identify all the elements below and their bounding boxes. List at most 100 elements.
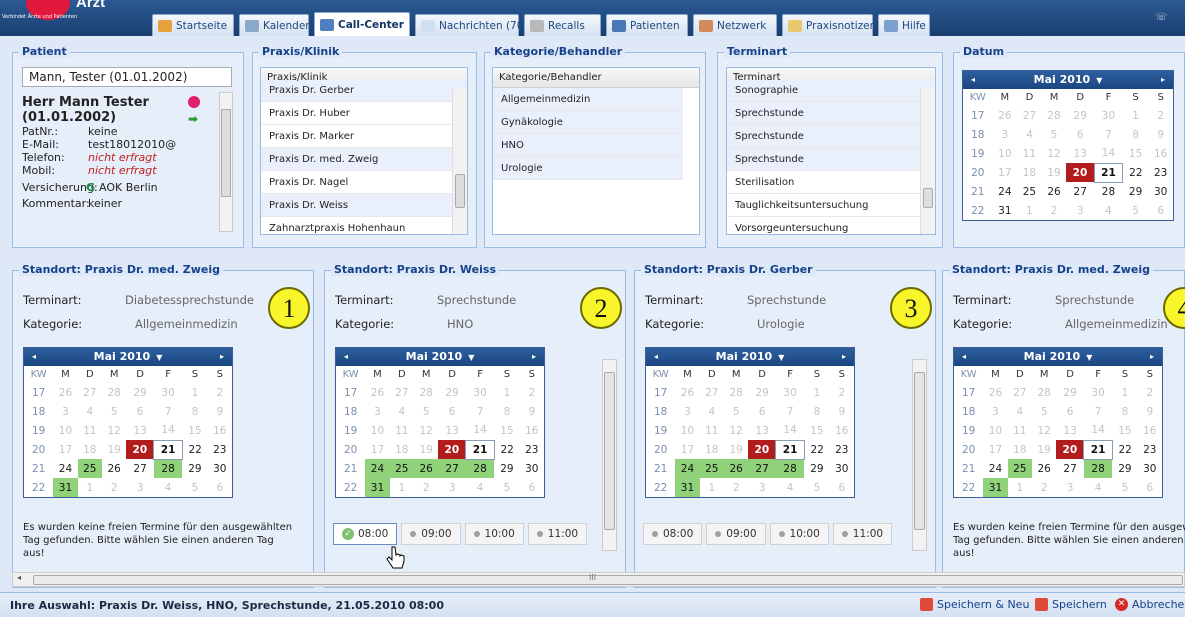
calendar-day[interactable]: 20 <box>1066 163 1095 182</box>
time-slot-button[interactable]: 11:00 <box>527 523 588 545</box>
calendar-day[interactable]: 12 <box>724 421 748 440</box>
calendar-day[interactable]: 29 <box>748 383 776 402</box>
calendar-day[interactable]: 9 <box>1148 125 1173 144</box>
calendar-day[interactable]: 10 <box>365 421 389 440</box>
phone-icon[interactable]: ☏ <box>1155 12 1168 23</box>
calendar-day[interactable]: 1 <box>78 478 102 497</box>
calendar-day[interactable]: 14 <box>466 421 494 440</box>
calendar-day[interactable]: 29 <box>438 383 466 402</box>
calendar-day[interactable]: 30 <box>520 459 544 478</box>
calendar-day[interactable]: 13 <box>126 421 154 440</box>
calendar-day[interactable]: 19 <box>724 440 748 459</box>
calendar-day[interactable]: 26 <box>1042 182 1067 201</box>
calendar-day[interactable]: 5 <box>102 402 126 421</box>
calendar-day[interactable]: 1 <box>494 383 519 402</box>
praxis-scroll-thumb[interactable] <box>455 174 465 208</box>
calendar-day[interactable]: 6 <box>520 478 544 497</box>
tab-notes[interactable]: Praxisnotizen <box>782 14 876 36</box>
calendar-day[interactable]: 6 <box>748 402 776 421</box>
standort-scroll-thumb[interactable] <box>604 372 615 530</box>
calendar-day[interactable]: 16 <box>830 421 854 440</box>
tab-help[interactable]: Hilfe <box>878 14 930 36</box>
calendar-day[interactable]: 22 <box>804 440 829 459</box>
calendar-day[interactable]: 5 <box>1042 125 1067 144</box>
calendar-day[interactable]: 4 <box>700 402 724 421</box>
tab-patients[interactable]: Patienten <box>606 14 688 36</box>
calendar-day[interactable]: 8 <box>182 402 207 421</box>
calendar-day[interactable]: 23 <box>1148 163 1173 182</box>
calendar-day[interactable]: 15 <box>1112 421 1137 440</box>
calendar-day[interactable]: 6 <box>1138 478 1162 497</box>
calendar-day[interactable]: 28 <box>1083 459 1113 478</box>
calendar-day[interactable]: 23 <box>1138 440 1162 459</box>
calendar-day[interactable]: 1 <box>1112 383 1137 402</box>
prev-month-icon[interactable]: ◂ <box>344 348 348 366</box>
chevron-down-icon[interactable]: ▼ <box>778 353 784 362</box>
calendar-day[interactable]: 17 <box>365 440 389 459</box>
calendar-day[interactable]: 14 <box>776 421 804 440</box>
calendar-day[interactable]: 12 <box>102 421 126 440</box>
calendar-day[interactable]: 12 <box>1042 144 1067 163</box>
edit-patient-icon[interactable] <box>188 96 200 108</box>
calendar-month[interactable]: Mai 2010 <box>406 350 463 363</box>
calendar-day[interactable]: 31 <box>993 201 1018 220</box>
calendar-day[interactable]: 26 <box>723 459 749 478</box>
praxis-list-item[interactable]: Praxis Dr. Marker <box>261 125 467 148</box>
time-slot-button[interactable]: 09:00 <box>706 523 766 545</box>
calendar-day[interactable]: 5 <box>724 402 748 421</box>
calendar-day[interactable]: 19 <box>414 440 438 459</box>
calendar-day[interactable]: 2 <box>102 478 126 497</box>
kategorie-list-item[interactable]: Urologie <box>493 157 683 180</box>
calendar-day[interactable]: 2 <box>208 383 232 402</box>
calendar-day[interactable]: 23 <box>520 440 544 459</box>
calendar-day[interactable]: 30 <box>1138 459 1162 478</box>
calendar-day[interactable]: 6 <box>126 402 154 421</box>
terminart-scrollbar[interactable] <box>920 88 935 234</box>
calendar-day[interactable]: 13 <box>1056 421 1084 440</box>
calendar-day[interactable]: 28 <box>1042 106 1067 125</box>
calendar-day[interactable]: 30 <box>830 459 854 478</box>
calendar-day[interactable]: 9 <box>520 402 544 421</box>
time-slot-button[interactable]: 11:00 <box>832 523 893 545</box>
standort-scrollbar[interactable] <box>912 359 927 551</box>
terminart-list-item[interactable]: Vorsorgeuntersuchung <box>727 217 935 234</box>
calendar-day[interactable]: 2 <box>830 383 854 402</box>
calendar-day[interactable]: 26 <box>983 383 1007 402</box>
terminart-list-item[interactable]: Sprechstunde <box>727 102 935 125</box>
calendar-day[interactable]: 1 <box>390 478 414 497</box>
calendar-day[interactable]: 30 <box>1094 106 1123 125</box>
tab-recall[interactable]: Recalls <box>524 14 601 36</box>
calendar-day[interactable]: 18 <box>78 440 102 459</box>
calendar-day[interactable]: 1 <box>1017 201 1042 220</box>
save-button[interactable]: Speichern <box>1035 598 1107 611</box>
calendar-day[interactable]: 28 <box>1094 182 1123 201</box>
praxis-list-item[interactable]: Praxis Dr. Huber <box>261 102 467 125</box>
terminart-list-item[interactable]: Sprechstunde <box>727 125 935 148</box>
calendar-day[interactable]: 11 <box>1017 144 1042 163</box>
tab-calendar[interactable]: Kalender <box>239 14 310 36</box>
calendar-day[interactable]: 4 <box>1084 478 1112 497</box>
calendar-day[interactable]: 17 <box>983 440 1007 459</box>
chevron-down-icon[interactable]: ▼ <box>1096 76 1102 85</box>
calendar-day[interactable]: 8 <box>494 402 519 421</box>
calendar-day[interactable]: 25 <box>699 459 724 478</box>
calendar-day[interactable]: 2 <box>1032 478 1056 497</box>
calendar-day[interactable]: 5 <box>494 478 519 497</box>
calendar-day[interactable]: 4 <box>390 402 414 421</box>
terminart-list-item[interactable]: Sonographie <box>727 79 935 102</box>
calendar-day[interactable]: 26 <box>53 383 77 402</box>
calendar-day[interactable]: 23 <box>830 440 854 459</box>
calendar-day[interactable]: 27 <box>78 383 102 402</box>
calendar-day[interactable]: 26 <box>993 106 1018 125</box>
calendar-day[interactable]: 24 <box>993 182 1018 201</box>
tab-mail[interactable]: Nachrichten (70) <box>415 14 528 36</box>
calendar-day[interactable]: 1 <box>1008 478 1032 497</box>
calendar-day[interactable]: 9 <box>830 402 854 421</box>
calendar-day[interactable]: 29 <box>804 459 829 478</box>
calendar-day[interactable]: 20 <box>126 440 154 459</box>
calendar-day[interactable]: 4 <box>1094 201 1123 220</box>
praxis-list-item[interactable]: Praxis Dr. Gerber <box>261 79 467 102</box>
calendar-day[interactable]: 2 <box>1042 201 1067 220</box>
calendar-day[interactable]: 5 <box>182 478 207 497</box>
calendar-day[interactable]: 17 <box>993 163 1018 182</box>
